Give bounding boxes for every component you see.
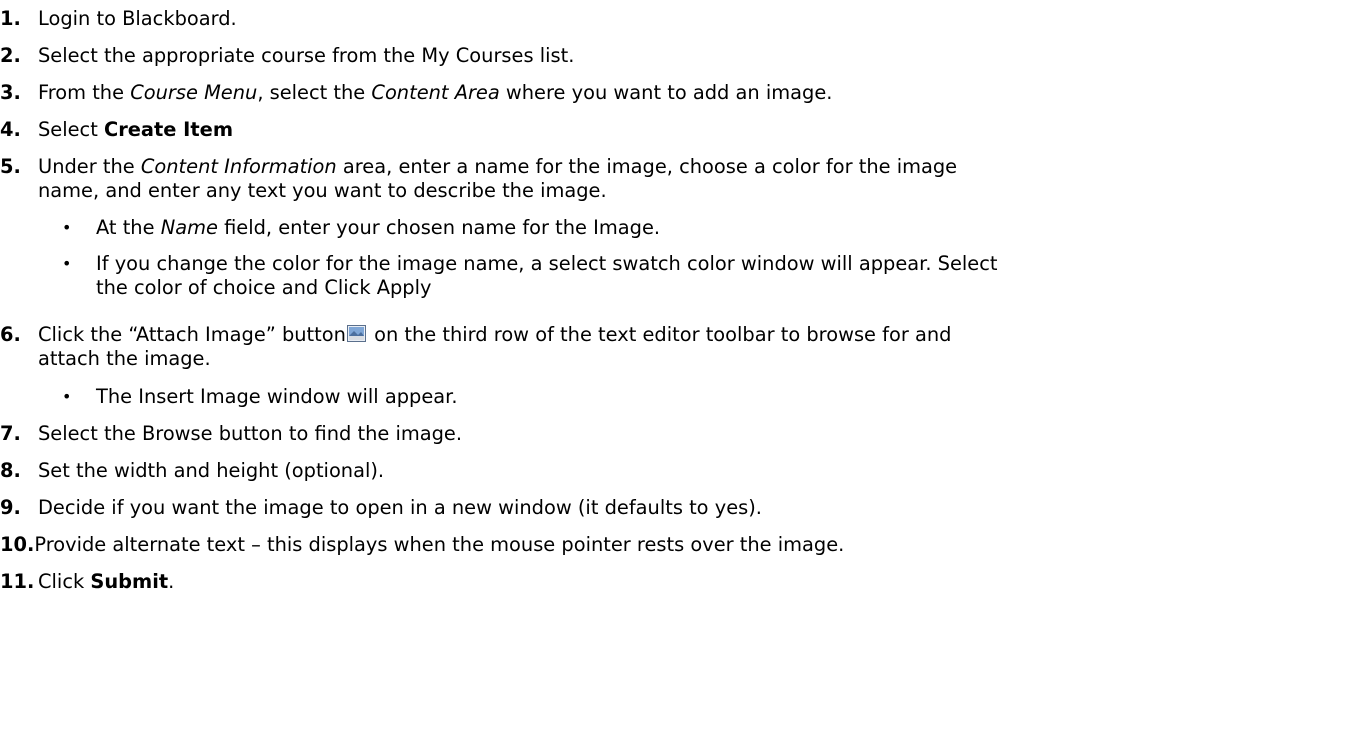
- bullet-marker: •: [62, 387, 72, 406]
- step-number: 1.: [0, 7, 21, 30]
- step-text: Provide alternate text – this displays w…: [34, 533, 845, 556]
- bullet-text-part: At the: [96, 216, 161, 239]
- step-text: Set the width and height (optional).: [38, 459, 385, 482]
- step-text: area, enter a name for the image, choose…: [336, 155, 958, 178]
- course-menu-term: Course Menu: [130, 81, 258, 104]
- step-text: Click: [38, 570, 91, 593]
- step-number: 6.: [0, 323, 21, 346]
- bullet-continuation: the color of choice and Click Apply: [96, 276, 432, 299]
- instructions-document: 1. Login to Blackboard. 2. Select the appr…: [0, 0, 1370, 753]
- create-item-term: Create Item: [103, 118, 234, 141]
- bullet-marker: •: [62, 254, 72, 273]
- step-text: Login to Blackboard.: [38, 7, 237, 30]
- step-number: 2.: [0, 44, 21, 67]
- step-text: on the third row of the text editor tool…: [367, 323, 952, 346]
- bullet-text: The Insert Image window will appear.: [96, 385, 458, 408]
- step-number: 4.: [0, 118, 21, 141]
- step-number: 11.: [0, 570, 35, 593]
- step-number: 9.: [0, 496, 21, 519]
- step-6: 6. Click the “Attach Image” button on the…: [0, 323, 1360, 347]
- step-text: .: [168, 570, 175, 593]
- step-4: 4. Select Create Item: [0, 118, 1360, 142]
- step-9: 9. Decide if you want the image to open i…: [0, 496, 1360, 520]
- bullet-text-part: field, enter your chosen name for the Im…: [217, 216, 661, 239]
- step-1: 1. Login to Blackboard.: [0, 7, 1360, 31]
- step-3: 3. From the Course Menu, select the Conte…: [0, 81, 1360, 105]
- content-area-term: Content Area: [371, 81, 500, 104]
- step-text: Select the Browse button to find the ima…: [38, 422, 463, 445]
- step-2: 2. Select the appropriate course from the…: [0, 44, 1360, 68]
- step-text: Click the “Attach Image” button: [38, 323, 346, 346]
- step-5: 5. Under the Content Information area, en…: [0, 155, 1360, 179]
- step-5-continuation: name, and enter any text you want to des…: [38, 179, 607, 202]
- step-text: where you want to add an image.: [499, 81, 833, 104]
- step-number: 5.: [0, 155, 21, 178]
- submit-term: Submit: [90, 570, 169, 593]
- step-number: 10.: [0, 533, 35, 556]
- step-text: Decide if you want the image to open in …: [38, 496, 762, 519]
- step-number: 8.: [0, 459, 21, 482]
- bullet-marker: •: [62, 218, 72, 237]
- step-11: 11. Click Submit.: [0, 570, 1360, 594]
- step-text: Under the: [38, 155, 141, 178]
- step-text: Select the appropriate course from the M…: [38, 44, 575, 67]
- step-6-continuation: attach the image.: [38, 347, 211, 370]
- bullet-text: If you change the color for the image na…: [96, 252, 998, 275]
- step-8: 8. Set the width and height (optional).: [0, 459, 1360, 483]
- name-term: Name: [160, 216, 218, 239]
- content-information-term: Content Information: [140, 155, 337, 178]
- step-number: 3.: [0, 81, 21, 104]
- bullet-text: At the Name field, enter your chosen nam…: [96, 216, 1362, 240]
- step-text: Select: [38, 118, 104, 141]
- step-10: 10.Provide alternate text – this display…: [0, 533, 1360, 557]
- step-number: 7.: [0, 422, 21, 445]
- step-text: , select the: [257, 81, 372, 104]
- step-text: From the: [38, 81, 131, 104]
- image-icon: [346, 324, 366, 342]
- step-7: 7. Select the Browse button to find the i…: [0, 422, 1360, 446]
